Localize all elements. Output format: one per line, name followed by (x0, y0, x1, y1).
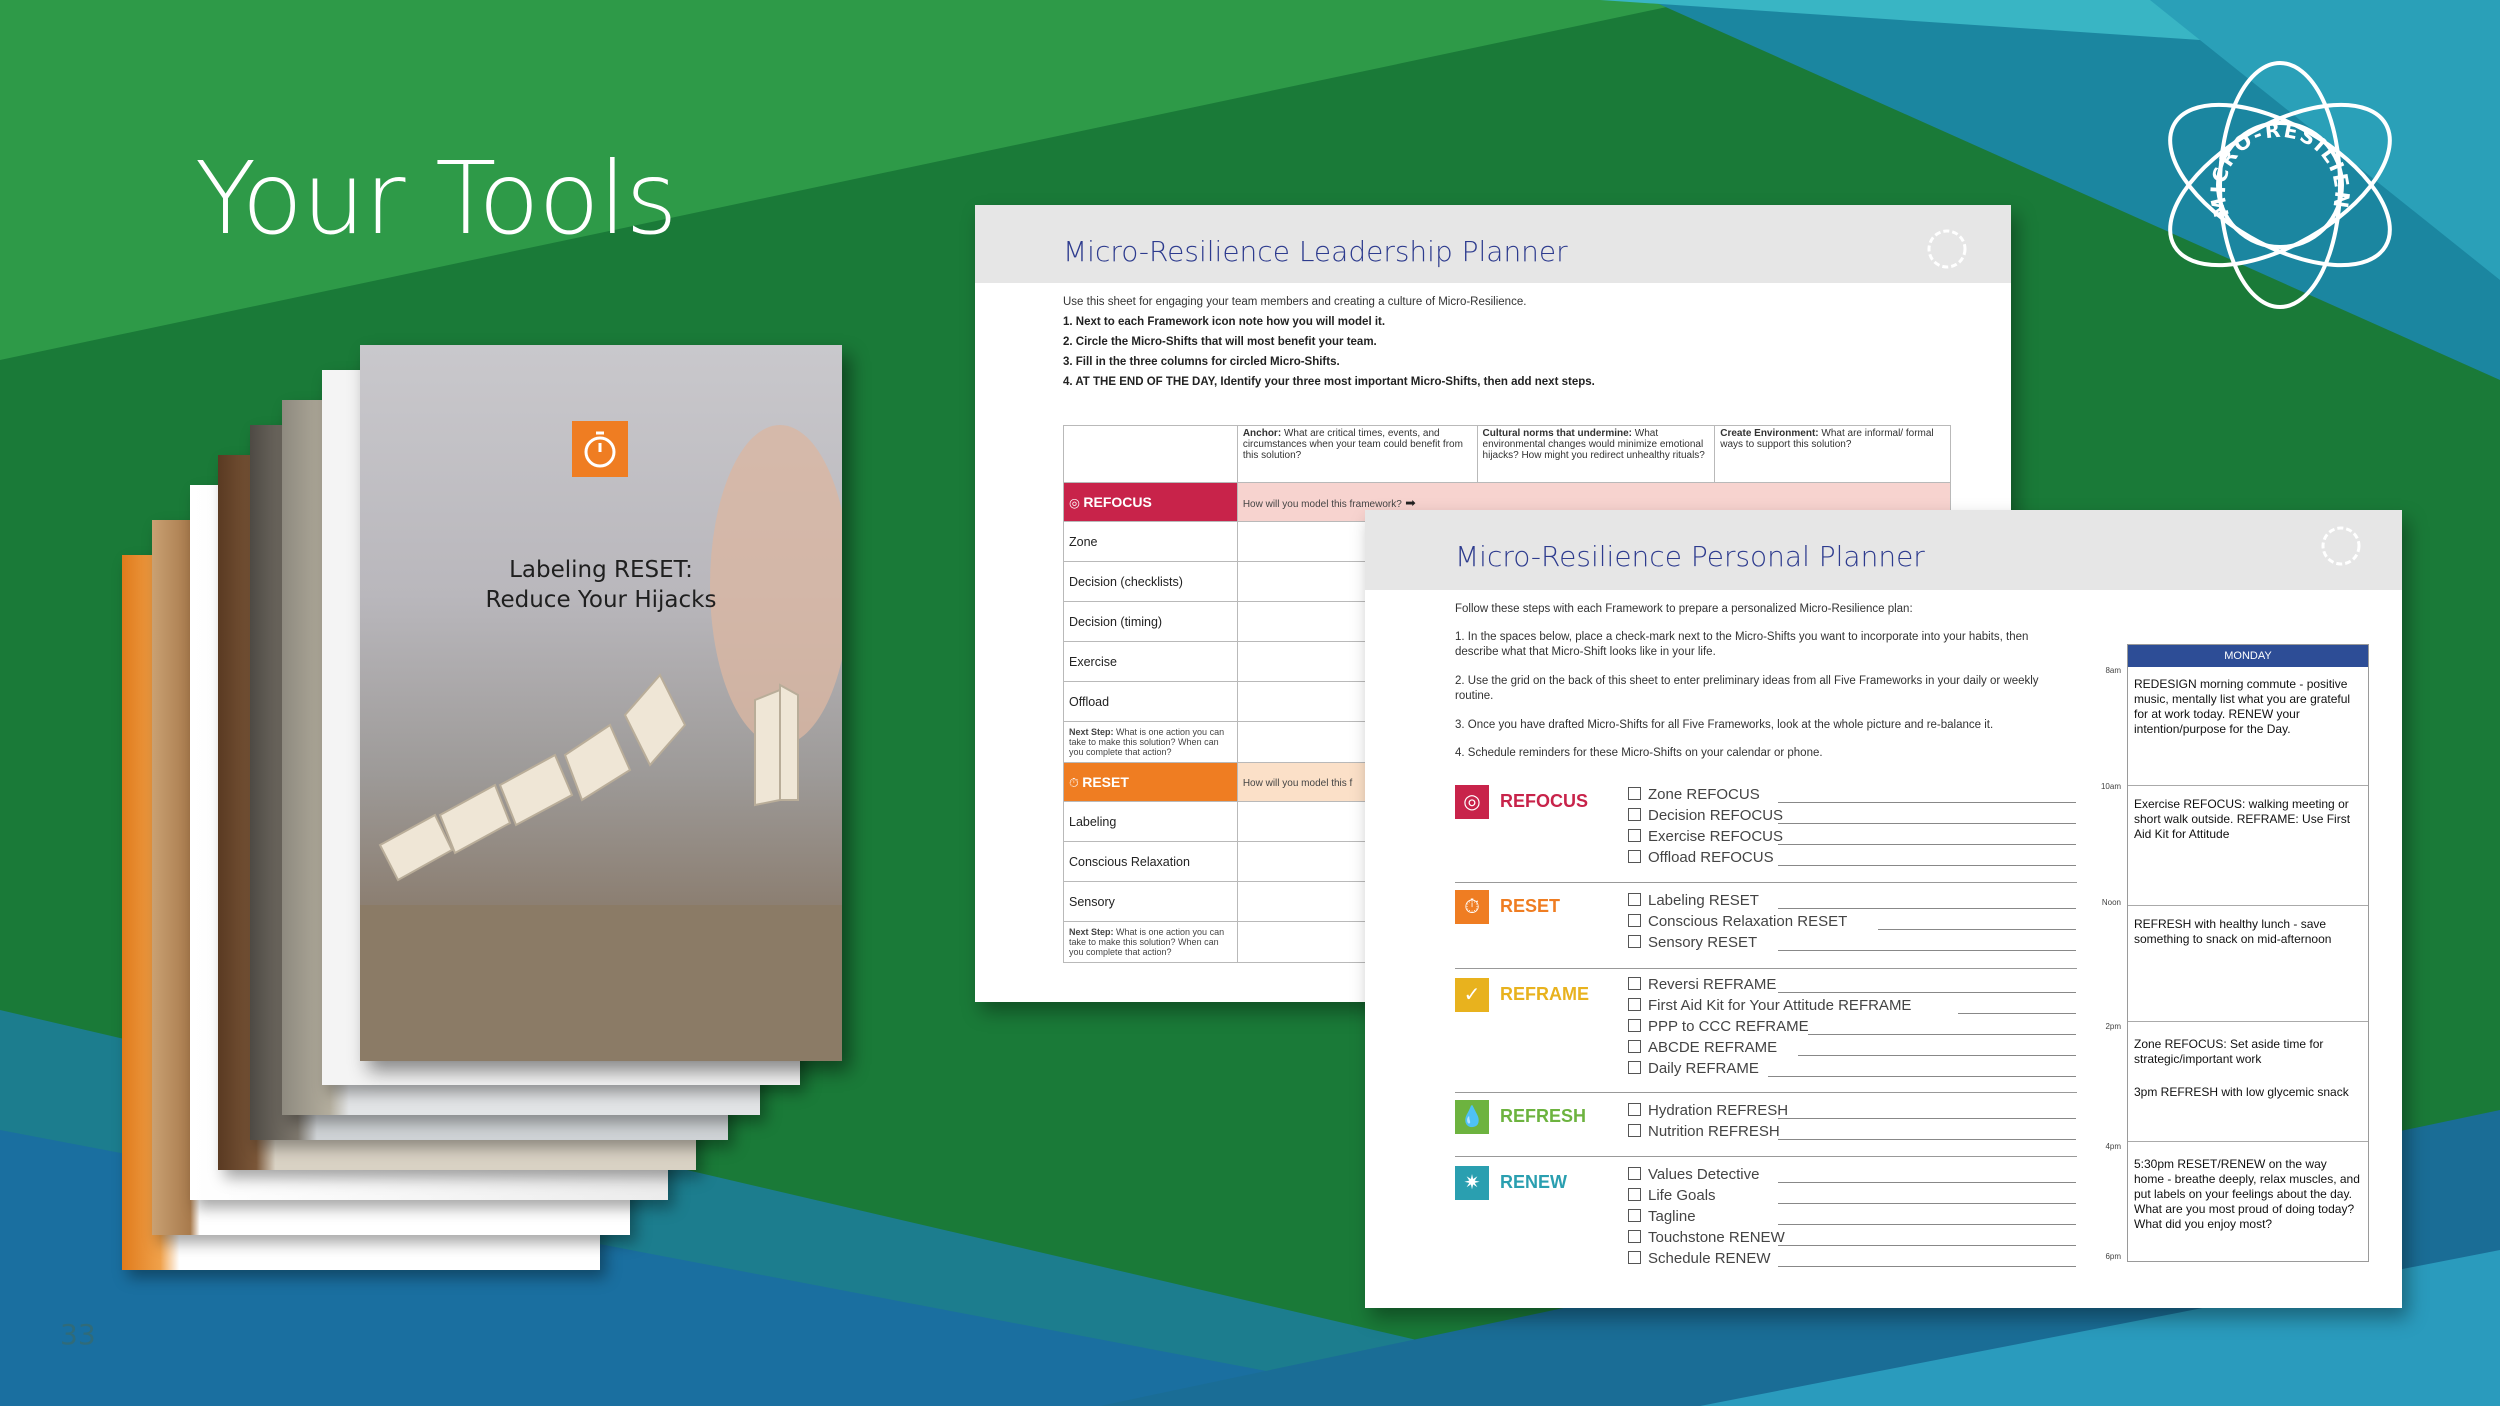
micro-shift-row: Labeling (1063, 801, 1238, 842)
micro-shift-row: Sensory (1063, 881, 1238, 922)
schedule-entry: Exercise REFOCUS: walking meeting or sho… (2134, 797, 2351, 841)
micro-shift-checkbox[interactable]: Hydration REFRESH (1628, 1102, 2076, 1123)
micro-shift-checkbox[interactable]: Conscious Relaxation RESET (1628, 913, 2076, 934)
framework-label: ⏱ RESET (1063, 762, 1238, 802)
micro-shift-checkbox[interactable]: Labeling RESET (1628, 892, 2076, 913)
schedule-entry: 3pm REFRESH with low glycemic snack (2134, 1085, 2349, 1099)
water-drop-icon: 💧 (1455, 1100, 1489, 1134)
stopwatch-icon: ⏱ (1455, 890, 1489, 924)
micro-shift-checkbox[interactable]: Values Detective (1628, 1166, 2076, 1187)
micro-shift-checkbox[interactable]: Decision REFOCUS (1628, 807, 2076, 828)
planner-step: 2. Circle the Micro-Shifts that will mos… (1063, 336, 1377, 348)
divider (2128, 785, 2368, 786)
planner-step: 1. Next to each Framework icon note how … (1063, 316, 1386, 328)
micro-shift-checkbox[interactable]: Sensory RESET (1628, 934, 2076, 955)
micro-shift-checkbox[interactable]: Offload REFOCUS (1628, 849, 2076, 870)
monday-schedule: MONDAY REDESIGN morning commute - positi… (2127, 644, 2369, 1262)
checkmark-icon: ✓ (1455, 978, 1489, 1012)
next-step: Next Step: What is one action you can ta… (1063, 721, 1238, 763)
framework-name: REFOCUS (1500, 791, 1589, 811)
micro-shift-row: Zone (1063, 521, 1238, 562)
slide-title: Your Tools (195, 140, 678, 257)
planner-step: 2. Use the grid on the back of this shee… (1455, 675, 2039, 702)
micro-shift-checkbox[interactable]: First Aid Kit for Your Attitude REFRAME (1628, 997, 2076, 1018)
planner-title: Micro-Resilience Leadership Planner (1063, 235, 1568, 268)
logo-mark-icon (2321, 526, 2361, 566)
time-label: 6pm (2105, 1252, 2121, 1261)
divider (1455, 1156, 2077, 1157)
planner-step: 1. In the spaces below, place a check-ma… (1455, 631, 2029, 658)
divider (1455, 968, 2077, 969)
framework-name: REFRESH (1500, 1106, 1587, 1126)
time-label: Noon (2101, 898, 2121, 907)
booklet-cover: Labeling RESET: Reduce Your Hijacks (360, 345, 842, 1061)
divider (1455, 882, 2077, 883)
column-header: Create Environment: What are informal/ f… (1714, 425, 1951, 483)
target-icon: ◎ (1455, 785, 1489, 819)
planner-step: 4. Schedule reminders for these Micro-Sh… (1455, 747, 1823, 759)
micro-shift-checkbox[interactable]: Tagline (1628, 1208, 2076, 1229)
micro-shift-row: Conscious Relaxation (1063, 841, 1238, 882)
micro-shift-list: Zone REFOCUS Decision REFOCUS Exercise R… (1628, 786, 2076, 870)
micro-shift-checkbox[interactable]: Exercise REFOCUS (1628, 828, 2076, 849)
framework-name: RESET (1500, 896, 1561, 916)
stopwatch-icon (572, 421, 628, 477)
column-header: Cultural norms that undermine: What envi… (1476, 425, 1716, 483)
micro-shift-list: Hydration REFRESH Nutrition REFRESH (1628, 1102, 2076, 1144)
planner-intro: Use this sheet for engaging your team me… (1063, 296, 1527, 308)
micro-shift-checkbox[interactable]: Touchstone RENEW (1628, 1229, 2076, 1250)
day-header: MONDAY (2128, 645, 2368, 667)
micro-shift-row: Offload (1063, 681, 1238, 722)
column-header: Anchor: What are critical times, events,… (1236, 425, 1478, 483)
micro-shift-row: Decision (timing) (1063, 601, 1238, 642)
micro-shift-checkbox[interactable]: Daily REFRAME (1628, 1060, 2076, 1081)
personal-planner: Micro-Resilience Personal Planner Follow… (1365, 510, 2402, 1308)
micro-shift-list: Reversi REFRAME First Aid Kit for Your A… (1628, 976, 2076, 1081)
micro-shift-row: Decision (checklists) (1063, 561, 1238, 602)
micro-shift-list: Values Detective Life Goals Tagline Touc… (1628, 1166, 2076, 1271)
micro-shift-checkbox[interactable]: Zone REFOCUS (1628, 786, 2076, 807)
micro-shift-row: Exercise (1063, 641, 1238, 682)
divider (2128, 1021, 2368, 1022)
framework-name: RENEW (1500, 1172, 1567, 1192)
micro-shift-checkbox[interactable]: Reversi REFRAME (1628, 976, 2076, 997)
schedule-entry: 5:30pm RESET/RENEW on the way home - bre… (2134, 1157, 2360, 1231)
framework-label: ◎ REFOCUS (1063, 482, 1238, 522)
time-label: 10am (2100, 782, 2121, 791)
planner-title: Micro-Resilience Personal Planner (1455, 540, 1925, 573)
micro-shift-checkbox[interactable]: Schedule RENEW (1628, 1250, 2076, 1271)
micro-shift-list: Labeling RESET Conscious Relaxation RESE… (1628, 892, 2076, 955)
planner-intro: Follow these steps with each Framework t… (1455, 603, 1913, 615)
cover-title-line2: Reduce Your Hijacks (485, 587, 717, 613)
time-label: 4pm (2105, 1142, 2121, 1151)
micro-shift-checkbox[interactable]: Nutrition REFRESH (1628, 1123, 2076, 1144)
time-label: 8am (2105, 666, 2121, 675)
planner-step: 4. AT THE END OF THE DAY, Identify your … (1063, 376, 1595, 388)
divider (2128, 1141, 2368, 1142)
schedule-entry: Zone REFOCUS: Set aside time for strateg… (2134, 1037, 2324, 1066)
divider (2128, 905, 2368, 906)
micro-shift-checkbox[interactable]: ABCDE REFRAME (1628, 1039, 2076, 1060)
micro-resilience-logo: MICRO-RESILIENCE (2150, 55, 2392, 309)
micro-shift-checkbox[interactable]: PPP to CCC REFRAME (1628, 1018, 2076, 1039)
framework-name: REFRAME (1500, 984, 1589, 1004)
planner-step: 3. Once you have drafted Micro-Shifts fo… (1455, 719, 1994, 731)
divider (1455, 1092, 2077, 1093)
schedule-entry: REFRESH with healthy lunch - save someth… (2134, 917, 2332, 946)
logo-mark-icon (1927, 229, 1967, 269)
next-step: Next Step: What is one action you can ta… (1063, 921, 1238, 963)
cover-title-line1: Labeling RESET: (509, 557, 693, 583)
time-label: 2pm (2105, 1022, 2121, 1031)
planner-step: 3. Fill in the three columns for circled… (1063, 356, 1340, 368)
micro-shift-checkbox[interactable]: Life Goals (1628, 1187, 2076, 1208)
slide-number: 33 (60, 1318, 96, 1351)
schedule-entry: REDESIGN morning commute - positive musi… (2134, 677, 2351, 736)
burst-icon: ✷ (1455, 1166, 1489, 1200)
